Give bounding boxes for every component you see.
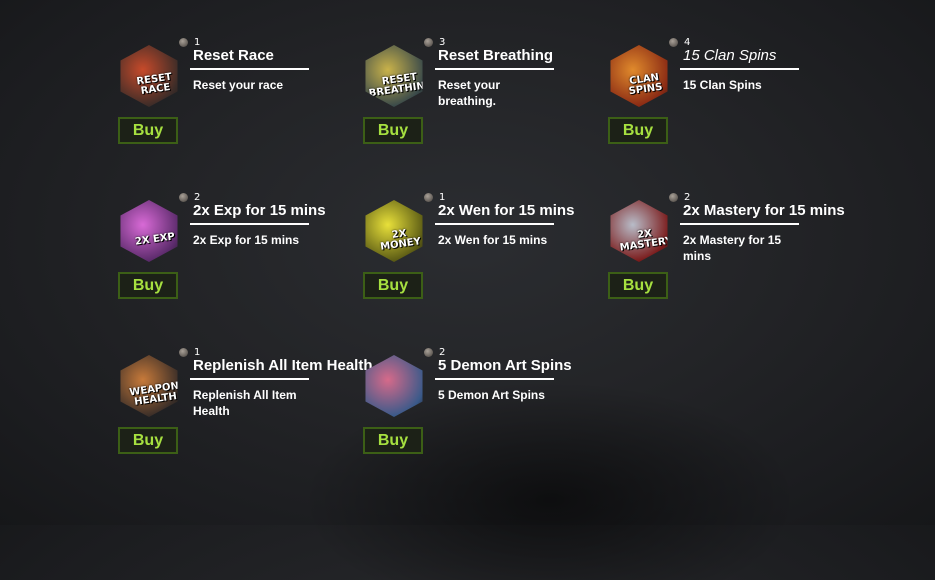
title-underline bbox=[435, 378, 554, 380]
shop-item: 2X EXP 2 2x Exp for 15 mins 2x Exp for 15 m… bbox=[118, 190, 363, 330]
shop-item: 2X MASTERY 2 2x Mastery for 15 mins 2x Mast… bbox=[608, 190, 853, 330]
shop-item: 25 Demon Art Spins 5 Demon Art Spins Buy bbox=[363, 345, 608, 485]
title-underline bbox=[680, 68, 799, 70]
item-description: 2x Exp for 15 mins bbox=[193, 233, 300, 247]
title-underline bbox=[435, 68, 554, 70]
buy-button[interactable]: Buy bbox=[608, 117, 668, 144]
item-thumbnail-icon: 2X EXP bbox=[120, 200, 178, 262]
item-description: 2x Wen for 15 mins bbox=[438, 233, 548, 247]
item-title: 2x Wen for 15 mins bbox=[438, 202, 575, 219]
item-thumbnail-label: 2X EXP bbox=[134, 231, 176, 248]
item-description: Reset your race bbox=[193, 78, 284, 92]
buy-button[interactable]: Buy bbox=[363, 272, 423, 299]
buy-button[interactable]: Buy bbox=[363, 117, 423, 144]
item-thumbnail-label: 2X MASTERY bbox=[618, 228, 670, 254]
coin-icon bbox=[424, 348, 433, 357]
coin-icon bbox=[424, 38, 433, 47]
item-thumbnail-icon: CLAN SPINS bbox=[610, 45, 668, 107]
item-title: 2x Exp for 15 mins bbox=[193, 202, 326, 219]
item-title: 15 Clan Spins bbox=[683, 47, 777, 64]
item-title: 5 Demon Art Spins bbox=[438, 357, 572, 374]
item-description: 2x Mastery for 15 mins bbox=[683, 233, 782, 263]
coin-icon bbox=[179, 193, 188, 202]
buy-button[interactable]: Buy bbox=[118, 427, 178, 454]
item-thumbnail-icon bbox=[365, 355, 423, 417]
shop-item: WEAPON HEALTH 1 Replenish All Item Health … bbox=[118, 345, 372, 485]
item-title: Reset Race bbox=[193, 47, 274, 64]
item-thumbnail-icon: 2X MASTERY bbox=[610, 200, 670, 262]
coin-icon bbox=[424, 193, 433, 202]
item-thumbnail-label: 2X MONEY bbox=[379, 228, 422, 253]
item-thumbnail-icon: RESET BREATHING bbox=[365, 45, 425, 107]
item-thumbnail-label: RESET RACE bbox=[135, 71, 173, 97]
item-title: 2x Mastery for 15 mins bbox=[683, 202, 845, 219]
title-underline bbox=[190, 378, 309, 380]
shop-item: RESET BREATHING 3 Reset Breathing Reset you… bbox=[363, 35, 608, 175]
item-description: Replenish All Item Health bbox=[193, 388, 297, 418]
item-thumbnail-label: WEAPON HEALTH bbox=[128, 380, 180, 408]
coin-icon bbox=[669, 38, 678, 47]
title-underline bbox=[435, 223, 554, 225]
title-underline bbox=[190, 68, 309, 70]
shop-item: CLAN SPINS 4 15 Clan Spins 15 Clan Spins Buy bbox=[608, 35, 853, 175]
item-title: Reset Breathing bbox=[438, 47, 554, 64]
buy-button[interactable]: Buy bbox=[118, 272, 178, 299]
item-thumbnail-label: RESET BREATHING bbox=[367, 71, 425, 100]
item-description: 5 Demon Art Spins bbox=[438, 388, 545, 402]
shop-item: RESET RACE 1 Reset Race Reset your race Buy bbox=[118, 35, 363, 175]
title-underline bbox=[680, 223, 799, 225]
coin-icon bbox=[669, 193, 678, 202]
item-thumbnail-label: CLAN SPINS bbox=[628, 72, 664, 98]
buy-button[interactable]: Buy bbox=[118, 117, 178, 144]
item-description: 15 Clan Spins bbox=[683, 78, 762, 92]
buy-button[interactable]: Buy bbox=[363, 427, 423, 454]
item-thumbnail-icon: WEAPON HEALTH bbox=[120, 355, 180, 417]
coin-icon bbox=[179, 348, 188, 357]
shop-item: 2X MONEY 1 2x Wen for 15 mins 2x Wen for 15… bbox=[363, 190, 608, 330]
item-thumbnail-icon: RESET RACE bbox=[120, 45, 178, 107]
item-description: Reset your breathing. bbox=[438, 78, 501, 108]
coin-icon bbox=[179, 38, 188, 47]
title-underline bbox=[190, 223, 309, 225]
buy-button[interactable]: Buy bbox=[608, 272, 668, 299]
item-thumbnail-icon: 2X MONEY bbox=[365, 200, 423, 262]
item-title: Replenish All Item Health bbox=[193, 357, 373, 374]
